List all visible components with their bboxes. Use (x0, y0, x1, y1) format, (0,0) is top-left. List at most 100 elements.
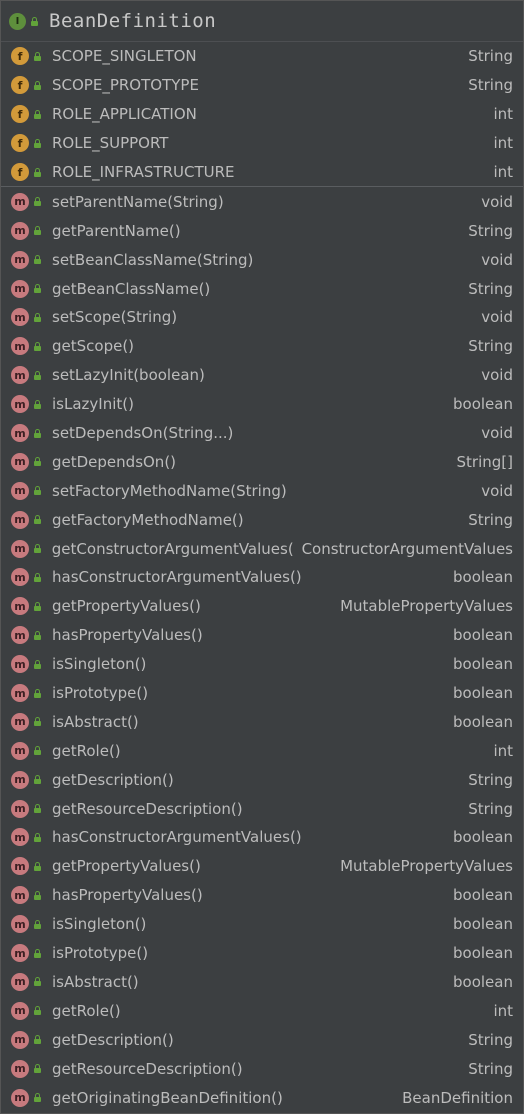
return-type: void (481, 308, 513, 327)
method-row[interactable]: m setLazyInit(boolean) void (1, 361, 523, 390)
method-row[interactable]: m getPropertyValues() MutablePropertyValue… (1, 592, 523, 621)
popup-header: I BeanDefinition (1, 1, 523, 42)
method-icon: m (11, 221, 29, 240)
public-lock-icon (33, 1064, 42, 1074)
method-icon: m (11, 1059, 29, 1078)
method-name: getResourceDescription() (52, 1059, 243, 1078)
method-name: getResourceDescription() (52, 799, 243, 818)
method-row[interactable]: m getRole() int (1, 736, 523, 765)
method-name: isAbstract() (52, 712, 139, 731)
public-lock-icon (33, 51, 42, 61)
method-name: getDescription() (52, 770, 174, 789)
structure-popup: I BeanDefinition f SCOPE_SINGLETON String f… (0, 0, 524, 1114)
method-icon: m (11, 972, 29, 991)
method-icon: m (11, 250, 29, 269)
method-icon: m (11, 1001, 29, 1020)
public-lock-icon (33, 861, 42, 871)
method-row[interactable]: m getPropertyValues() MutablePropertyValue… (1, 852, 523, 881)
method-name: setScope(String) (52, 308, 178, 327)
method-name: setParentName(String) (52, 192, 224, 211)
return-type: String (468, 799, 513, 818)
return-type: boolean (453, 972, 513, 991)
field-row[interactable]: f SCOPE_PROTOTYPE String (1, 71, 523, 100)
method-name: hasPropertyValues() (52, 886, 203, 905)
public-lock-icon (33, 255, 42, 265)
method-row[interactable]: m setBeanClassName(String) void (1, 245, 523, 274)
method-row[interactable]: m isAbstract() boolean (1, 968, 523, 997)
method-name: hasPropertyValues() (52, 626, 203, 645)
method-row[interactable]: m isSingleton() boolean (1, 650, 523, 679)
method-name: getBeanClassName() (52, 279, 211, 298)
return-type: MutablePropertyValues (340, 857, 513, 876)
method-row[interactable]: m getFactoryMethodName() String (1, 505, 523, 534)
method-icon: m (11, 944, 29, 963)
field-name: ROLE_SUPPORT (52, 134, 169, 153)
method-row[interactable]: m getDescription() String (1, 1025, 523, 1054)
method-row[interactable]: m getResourceDescription() String (1, 794, 523, 823)
method-row[interactable]: m getOriginatingBeanDefinition() BeanDefin… (1, 1083, 523, 1112)
field-name: SCOPE_SINGLETON (52, 47, 197, 66)
public-lock-icon (33, 832, 42, 842)
method-icon: m (11, 684, 29, 703)
method-row[interactable]: m hasPropertyValues() boolean (1, 621, 523, 650)
public-lock-icon (33, 890, 42, 900)
method-row[interactable]: m isAbstract() boolean (1, 707, 523, 736)
return-type: boolean (453, 712, 513, 731)
public-lock-icon (33, 515, 42, 525)
return-type: boolean (453, 828, 513, 847)
method-name: getDependsOn() (52, 452, 177, 471)
method-row[interactable]: m isLazyInit() boolean (1, 390, 523, 419)
method-row[interactable]: m getDescription() String (1, 765, 523, 794)
public-lock-icon (33, 167, 42, 177)
method-icon: m (11, 915, 29, 934)
method-icon: m (11, 626, 29, 645)
method-row[interactable]: m getConstructorArgumentValues() Construct… (1, 534, 523, 563)
field-icon: f (11, 105, 29, 124)
field-row[interactable]: f ROLE_SUPPORT int (1, 129, 523, 158)
field-name: ROLE_INFRASTRUCTURE (52, 163, 235, 181)
method-icon: m (11, 828, 29, 847)
method-row[interactable]: m getDependsOn() String[] (1, 447, 523, 476)
return-type: MutablePropertyValues (340, 597, 513, 616)
method-name: getOriginatingBeanDefinition() (52, 1088, 283, 1107)
method-row[interactable]: m isPrototype() boolean (1, 679, 523, 708)
method-row[interactable]: m setParentName(String) void (1, 187, 523, 216)
return-type: boolean (453, 915, 513, 934)
method-icon: m (11, 192, 29, 211)
return-type: BeanDefinition (402, 1088, 513, 1107)
method-row[interactable]: m setScope(String) void (1, 303, 523, 332)
method-name: getRole() (52, 1001, 121, 1020)
method-icon: m (11, 279, 29, 298)
public-lock-icon (33, 428, 42, 438)
method-row[interactable]: m hasConstructorArgumentValues() boolean (1, 563, 523, 592)
method-row[interactable]: m hasConstructorArgumentValues() boolean (1, 823, 523, 852)
method-icon: m (11, 770, 29, 789)
method-row[interactable]: m isPrototype() boolean (1, 939, 523, 968)
field-icon: f (11, 134, 29, 153)
return-type: String (468, 770, 513, 789)
method-row[interactable]: m getParentName() String (1, 216, 523, 245)
field-row[interactable]: f ROLE_INFRASTRUCTURE int (1, 158, 523, 188)
method-row[interactable]: m getResourceDescription() String (1, 1054, 523, 1083)
method-icon: m (11, 799, 29, 818)
method-name: getRole() (52, 741, 121, 760)
field-row[interactable]: f ROLE_APPLICATION int (1, 100, 523, 129)
method-row[interactable]: m setFactoryMethodName(String) void (1, 476, 523, 505)
method-row[interactable]: m setDependsOn(String...) void (1, 419, 523, 448)
return-type: boolean (453, 886, 513, 905)
public-lock-icon (33, 601, 42, 611)
method-row[interactable]: m getRole() int (1, 996, 523, 1025)
method-name: getDescription() (52, 1030, 174, 1049)
field-type: int (493, 105, 513, 124)
method-row[interactable]: m hasPropertyValues() boolean (1, 881, 523, 910)
field-row[interactable]: f SCOPE_SINGLETON String (1, 42, 523, 71)
method-icon: m (11, 655, 29, 674)
method-row[interactable]: m getBeanClassName() String (1, 274, 523, 303)
public-lock-icon (33, 109, 42, 119)
method-row[interactable]: m isSingleton() boolean (1, 910, 523, 939)
return-type: ConstructorArgumentValues (301, 539, 513, 558)
public-lock-icon (33, 341, 42, 351)
method-row[interactable]: m getScope() String (1, 332, 523, 361)
method-icon: m (11, 886, 29, 905)
return-type: void (481, 192, 513, 211)
